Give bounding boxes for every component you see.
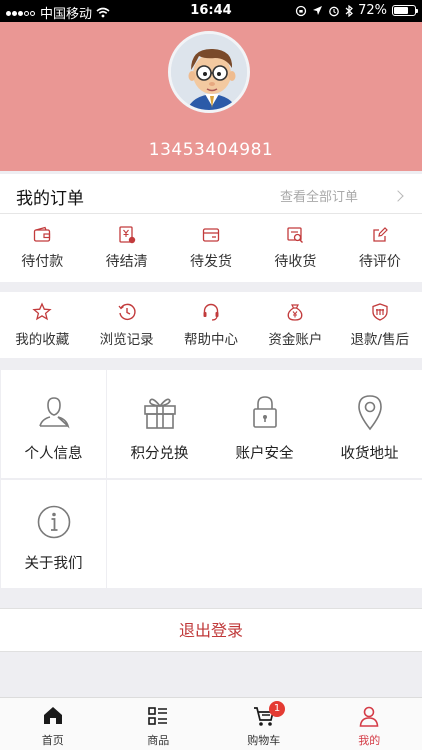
account-security[interactable]: 账户安全 — [212, 370, 317, 478]
money-bag-icon — [288, 304, 303, 321]
profile-header: 中国移动 16:44 72% 13453404981 — [0, 0, 422, 171]
grid-item-label: 积分兑换 — [130, 446, 189, 462]
shipping-address[interactable]: 收货地址 — [317, 370, 422, 478]
services-section: 我的收藏 浏览记录 帮助中心 资金账户 退款/售后 — [0, 292, 422, 358]
my-favorites[interactable]: 我的收藏 — [0, 292, 84, 358]
view-all-orders-link[interactable]: 查看全部订单 — [279, 186, 404, 205]
grid-item-label: 个人信息 — [24, 446, 83, 462]
grid-empty-cell — [107, 480, 422, 588]
order-pending-review[interactable]: 待评价 — [338, 214, 422, 282]
person-icon — [38, 397, 70, 429]
order-item-label: 待发货 — [190, 254, 233, 270]
view-all-orders-label: 查看全部订单 — [279, 190, 358, 205]
tab-mine[interactable]: 我的 — [317, 698, 422, 750]
star-icon — [32, 302, 52, 321]
orders-title: 我的订单 — [16, 189, 84, 209]
points-exchange[interactable]: 积分兑换 — [107, 370, 212, 478]
order-pending-settlement[interactable]: 待结清 — [84, 214, 168, 282]
order-item-label: 待付款 — [21, 254, 64, 270]
service-label: 退款/售后 — [350, 332, 410, 348]
fund-account[interactable]: 资金账户 — [253, 292, 337, 358]
logout-button[interactable]: 退出登录 — [0, 608, 422, 652]
lock-icon — [252, 396, 277, 428]
headset-icon — [203, 303, 219, 321]
location-arrow-icon — [313, 6, 323, 15]
order-item-label: 待评价 — [358, 254, 401, 270]
avatar[interactable] — [168, 31, 250, 113]
refund-icon — [372, 303, 388, 321]
wallet-icon — [34, 226, 51, 242]
card-icon — [202, 228, 220, 242]
bluetooth-icon — [345, 4, 354, 17]
parcel-icon — [287, 227, 304, 243]
history-icon — [118, 303, 136, 321]
user-icon — [359, 706, 379, 727]
tab-bar: 首页 商品 1 购物车 我的 — [0, 697, 422, 750]
personal-info[interactable]: 个人信息 — [1, 370, 106, 478]
phone-number: 13453404981 — [148, 140, 274, 160]
alarm-icon — [329, 6, 339, 16]
home-icon — [43, 707, 62, 724]
rotation-lock-icon — [295, 5, 307, 16]
service-label: 我的收藏 — [15, 332, 70, 348]
about-us[interactable]: 关于我们 — [1, 480, 106, 588]
invoice-icon — [118, 226, 135, 244]
order-pending-payment[interactable]: 待付款 — [0, 214, 84, 282]
status-bar: 中国移动 16:44 72% — [0, 0, 422, 22]
feature-grid: 个人信息 积分兑换 账户安全 收货地址 关于我们 — [0, 370, 422, 588]
orders-header[interactable]: 我的订单 查看全部订单 — [0, 174, 422, 214]
grid-item-label: 收货地址 — [340, 446, 399, 462]
order-pending-shipment[interactable]: 待发货 — [169, 214, 253, 282]
battery-percent: 72% — [358, 3, 387, 18]
tab-products[interactable]: 商品 — [106, 698, 212, 750]
chevron-right-icon — [392, 189, 404, 202]
battery-icon — [392, 5, 418, 16]
service-label: 资金账户 — [268, 332, 323, 348]
grid-item-label: 账户安全 — [235, 446, 294, 462]
location-pin-icon — [357, 395, 382, 431]
tab-cart[interactable]: 1 购物车 — [211, 698, 317, 750]
tab-home[interactable]: 首页 — [0, 698, 106, 750]
service-label: 浏览记录 — [99, 332, 154, 348]
tab-label: 商品 — [147, 734, 170, 747]
order-item-label: 待结清 — [105, 254, 148, 270]
service-label: 帮助中心 — [184, 332, 239, 348]
help-center[interactable]: 帮助中心 — [169, 292, 253, 358]
edit-icon — [373, 227, 388, 242]
gift-icon — [143, 398, 176, 429]
tab-label: 购物车 — [247, 734, 281, 747]
cart-badge: 1 — [269, 701, 285, 717]
avatar-cartoon-man-icon — [171, 34, 247, 110]
order-pending-receipt[interactable]: 待收货 — [253, 214, 337, 282]
grid-item-label: 关于我们 — [24, 556, 83, 572]
tab-label: 首页 — [41, 734, 64, 747]
info-icon — [37, 505, 70, 539]
list-icon — [148, 707, 168, 725]
tab-label: 我的 — [358, 734, 381, 747]
orders-section: 我的订单 查看全部订单 待付款 待结清 待发货 待收货 待评价 — [0, 174, 422, 282]
refund-after-sales[interactable]: 退款/售后 — [338, 292, 422, 358]
browsing-history[interactable]: 浏览记录 — [84, 292, 168, 358]
order-item-label: 待收货 — [274, 254, 317, 270]
